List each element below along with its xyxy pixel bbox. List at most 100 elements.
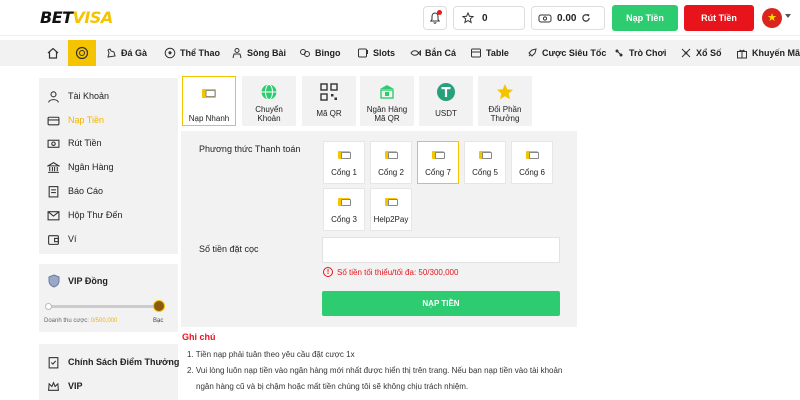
account-menu: Tài Khoản Nạp Tiền Rút Tiền Ngân Hàng Bá… [39, 78, 178, 254]
nav-label: Thể Thao [180, 48, 220, 58]
logo-main-text: BET [40, 8, 73, 27]
promo-coin-button[interactable] [68, 40, 96, 66]
sidebar-item-label: Ngân Hàng [68, 162, 114, 172]
reward-points[interactable]: 0 [453, 6, 525, 30]
mail-icon [47, 210, 60, 220]
nav-label: Table [486, 48, 509, 58]
header-deposit-button[interactable]: Nạp Tiền [612, 5, 678, 31]
gate-option-6[interactable]: Cổng 6 [511, 141, 553, 184]
vip-level-title: VIP Đồng [68, 276, 108, 286]
warning-icon: ! [323, 267, 333, 277]
sidebar-item-label: Ví [68, 234, 77, 244]
header-withdraw-button[interactable]: Rút Tiền [684, 5, 754, 31]
gift-icon [737, 49, 747, 59]
report-icon [48, 185, 59, 197]
nav-item-song-bai[interactable]: Sòng Bài [231, 40, 286, 66]
amount-limit-hint: ! Số tiền tối thiểu/tối đa: 50/300,000 [323, 267, 458, 277]
nav-item-tro-choi[interactable]: Trò Chơi [613, 40, 666, 66]
deposit-amount-input[interactable] [322, 237, 560, 263]
sidebar-item-account[interactable]: Tài Khoản [47, 88, 109, 104]
vip-next-badge-icon [153, 300, 165, 312]
method-label: Ngân Hàng Mã QR [366, 105, 408, 123]
method-qr[interactable]: Mã QR [302, 76, 356, 126]
nav-item-table[interactable]: Table [470, 40, 509, 66]
usdt-icon [436, 82, 456, 102]
crown-icon [48, 380, 59, 391]
sidebar-item-inbox[interactable]: Hộp Thư Đến [47, 207, 122, 223]
sidebar-item-vip[interactable]: VIP [47, 378, 83, 394]
wallet-icon [47, 116, 60, 125]
method-bank-qr[interactable]: Ngân Hàng Mã QR [360, 76, 414, 126]
nav-item-ban-ca[interactable]: Bắn Cá [409, 40, 456, 66]
nav-item-da-ga[interactable]: Đá Gà [105, 40, 147, 66]
rocket-icon [528, 48, 537, 57]
note-line: 1. Tiền nạp phải tuân theo yêu cầu đặt c… [187, 350, 355, 359]
method-label: Đổi Phần Thưởng [488, 105, 522, 123]
nav-label: Bắn Cá [425, 48, 457, 58]
card-icon [479, 151, 492, 159]
home-button[interactable] [44, 44, 62, 62]
star-icon [495, 82, 515, 102]
brand-logo[interactable]: BETVISA [40, 8, 113, 27]
cash-icon [47, 139, 60, 148]
balance-value: 0.00 [557, 12, 577, 24]
method-usdt[interactable]: USDT [419, 76, 473, 126]
gate-option-help2pay[interactable]: Help2Pay [370, 188, 412, 231]
sidebar-item-report[interactable]: Báo Cáo [47, 183, 103, 199]
sidebar-item-wallet[interactable]: Ví [47, 231, 77, 247]
game-icon [615, 49, 623, 57]
gate-option-5[interactable]: Cổng 5 [464, 141, 506, 184]
home-icon [47, 47, 59, 59]
nav-item-cuoc-sieu-toc[interactable]: Cược Siêu Tốc [526, 40, 606, 66]
nav-item-bingo[interactable]: Bingo [299, 40, 341, 66]
deposit-submit-button[interactable]: NẠP TIỀN [322, 291, 560, 316]
method-bank-transfer[interactable]: Chuyển Khoản [242, 76, 296, 126]
vietnam-flag-icon[interactable]: ★ [762, 8, 782, 28]
nav-item-slots[interactable]: Slots [357, 40, 395, 66]
gate-label: Help2Pay [373, 215, 409, 224]
sidebar-item-bank[interactable]: Ngân Hàng [47, 159, 114, 175]
coin-icon [75, 46, 89, 60]
main-nav: Đá Gà Thể Thao Sòng Bài Bingo Slots Bắn … [0, 40, 800, 66]
sidebar-item-label: VIP [68, 381, 83, 391]
card-icon [432, 151, 445, 159]
nav-item-khuyen-mai[interactable]: Khuyến Mãi [736, 40, 800, 66]
rooster-icon [107, 48, 116, 58]
user-icon [48, 90, 59, 103]
bingo-icon [300, 49, 310, 57]
gate-option-1[interactable]: Cổng 1 [323, 141, 365, 184]
method-fast-deposit[interactable]: Nạp Nhanh [182, 76, 236, 126]
gate-option-3[interactable]: Cổng 3 [323, 188, 365, 231]
nav-item-the-thao[interactable]: Thể Thao [164, 40, 220, 66]
vip-turnover-label: Doanh thu cược: [44, 318, 89, 324]
gate-label: Cổng 3 [331, 215, 357, 224]
nav-label: Bingo [315, 48, 341, 58]
nav-label: Trò Chơi [629, 48, 667, 58]
vip-turnover-value: 0/500,000 [90, 318, 118, 324]
top-header: BETVISA 0 0.00 Nạp Tiền Rút Tiền ★ [0, 0, 800, 36]
qr-icon [319, 82, 339, 102]
nav-label: Slots [373, 48, 396, 58]
wallet-cloud-icon [538, 14, 552, 23]
dealer-icon [232, 48, 242, 59]
nav-item-xo-so[interactable]: Xổ Số [680, 40, 722, 66]
nav-label: Khuyến Mãi [752, 48, 800, 58]
bank-icon [47, 161, 60, 173]
method-reward-exchange[interactable]: Đổi Phần Thưởng [478, 76, 532, 126]
notification-button[interactable] [423, 6, 447, 30]
sidebar-item-reward-policy[interactable]: Chính Sách Điểm Thưởng [47, 354, 179, 370]
gate-label: Cổng 7 [425, 168, 451, 177]
lottery-icon [681, 48, 691, 58]
vip-progress-marker [45, 303, 52, 310]
football-icon [164, 47, 176, 59]
gate-option-2[interactable]: Cổng 2 [370, 141, 412, 184]
gate-option-7[interactable]: Cổng 7 [417, 141, 459, 184]
gate-label: Cổng 1 [331, 168, 357, 177]
sidebar-item-withdraw[interactable]: Rút Tiền [47, 135, 102, 151]
refresh-icon[interactable] [581, 13, 591, 23]
policy-icon [48, 356, 59, 368]
sidebar-item-deposit[interactable]: Nạp Tiền [47, 112, 104, 128]
chevron-down-icon[interactable] [785, 14, 791, 18]
star-outline-icon [462, 12, 474, 24]
method-label: Chuyển Khoản [255, 105, 283, 123]
